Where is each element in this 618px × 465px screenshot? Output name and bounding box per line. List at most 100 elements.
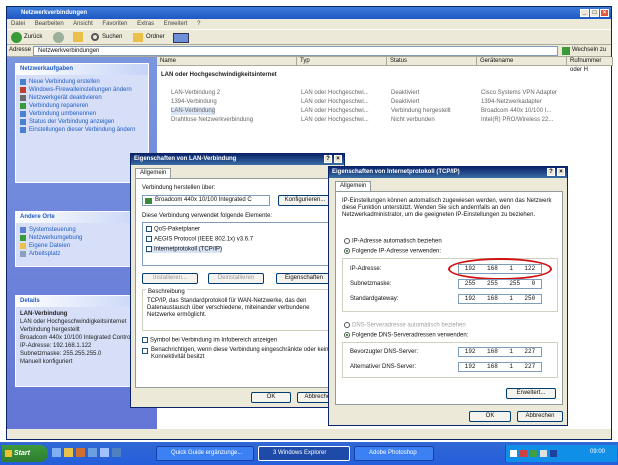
menu-tools[interactable]: Extras bbox=[137, 21, 154, 27]
tcpip-dialog-close-button[interactable]: × bbox=[557, 168, 565, 176]
tray-icon[interactable] bbox=[550, 450, 557, 457]
quicklaunch-explorer-icon[interactable] bbox=[64, 448, 73, 457]
auto-dns-radio[interactable] bbox=[344, 322, 350, 328]
tcpip-help-button[interactable]: ? bbox=[547, 168, 555, 176]
auto-ip-radio[interactable] bbox=[344, 238, 350, 244]
tray-icon-checkbox[interactable] bbox=[142, 337, 148, 343]
forward-icon[interactable] bbox=[53, 32, 64, 43]
task-rename[interactable]: Verbindung umbenennen bbox=[29, 110, 96, 118]
maximize-button[interactable]: □ bbox=[590, 9, 599, 17]
notify-checkbox[interactable] bbox=[142, 348, 148, 354]
title-bar[interactable]: Netzwerkverbindungen _ □ × bbox=[7, 7, 611, 19]
uninstall-button[interactable]: Deinstallieren bbox=[208, 273, 264, 284]
dns1-input[interactable]: 192 168 1 227 bbox=[458, 347, 542, 357]
col-phone[interactable]: Rufnummer oder H bbox=[567, 57, 613, 73]
tcpip-ok-button[interactable]: OK bbox=[469, 411, 511, 422]
back-label[interactable]: Zurück bbox=[24, 34, 42, 40]
adapter-field[interactable]: Broadcom 440x 10/100 Integrated C bbox=[142, 195, 270, 206]
advanced-button[interactable]: Erweitert... bbox=[506, 388, 556, 399]
quicklaunch-desktop-icon[interactable] bbox=[88, 448, 97, 457]
details-title[interactable]: Details bbox=[16, 296, 148, 307]
place-network[interactable]: Netzwerkumgebung bbox=[29, 234, 82, 242]
tcpip-cancel-button[interactable]: Abbrechen bbox=[517, 411, 563, 422]
col-name[interactable]: Name bbox=[157, 57, 297, 66]
task-firewall[interactable]: Windows-Firewalleinstellungen ändern bbox=[29, 86, 132, 94]
install-button[interactable]: Installieren... bbox=[142, 273, 198, 284]
task-disable[interactable]: Netzwerkgerät deaktivieren bbox=[29, 94, 102, 102]
dns2-input[interactable]: 192 168 1 227 bbox=[458, 362, 542, 372]
quicklaunch-media-icon[interactable] bbox=[76, 448, 85, 457]
place-computer[interactable]: Arbeitsplatz bbox=[29, 250, 60, 258]
lan-dialog-close-button[interactable]: × bbox=[334, 155, 342, 163]
menu-view[interactable]: Ansicht bbox=[73, 21, 93, 27]
tray-icon-option[interactable]: Symbol bei Verbindung im Infobereich anz… bbox=[142, 337, 277, 344]
properties-button[interactable]: Eigenschaften bbox=[276, 273, 332, 284]
aegis-checkbox[interactable] bbox=[146, 236, 152, 242]
task-settings[interactable]: Einstellungen dieser Verbindung ändern bbox=[29, 126, 135, 134]
search-icon[interactable] bbox=[91, 33, 99, 41]
menu-edit[interactable]: Bearbeiten bbox=[35, 21, 64, 27]
folders-icon[interactable] bbox=[133, 33, 143, 42]
tcpip-dialog-title-bar[interactable]: Eigenschaften von Internetprotokoll (TCP… bbox=[329, 167, 567, 178]
go-label[interactable]: Wechseln zu bbox=[572, 47, 606, 53]
menu-file[interactable]: Datei bbox=[11, 21, 25, 27]
taskbar-item-guide[interactable]: Quick Guide ergänzunge... bbox=[156, 446, 254, 461]
col-device[interactable]: Gerätename bbox=[477, 57, 567, 66]
help-button[interactable]: ? bbox=[324, 155, 332, 163]
task-status[interactable]: Status der Verbindung anzeigen bbox=[29, 118, 114, 126]
place-control-panel[interactable]: Systemsteuerung bbox=[29, 226, 76, 234]
component-qos[interactable]: QoS-Paketplaner bbox=[146, 226, 200, 233]
menu-help[interactable]: ? bbox=[197, 21, 200, 27]
menu-favorites[interactable]: Favoriten bbox=[102, 21, 127, 27]
tray-icon[interactable] bbox=[530, 450, 537, 457]
tab-general[interactable]: Allgemein bbox=[135, 168, 172, 178]
manual-dns-option[interactable]: Folgende DNS-Serveradressen verwenden: bbox=[344, 332, 468, 339]
up-folder-icon[interactable] bbox=[73, 32, 83, 42]
qos-checkbox[interactable] bbox=[146, 226, 152, 232]
folders-button-label[interactable]: Ordner bbox=[146, 34, 165, 40]
tcpip-checkbox[interactable] bbox=[146, 246, 152, 252]
search-button-label[interactable]: Suchen bbox=[102, 34, 122, 40]
lan-ok-button[interactable]: OK bbox=[251, 392, 291, 403]
go-icon[interactable] bbox=[562, 47, 570, 55]
quicklaunch-app2-icon[interactable] bbox=[112, 448, 121, 457]
other-places-title[interactable]: Andere Orte bbox=[16, 212, 148, 223]
manual-ip-radio[interactable] bbox=[344, 248, 350, 254]
quicklaunch-ie-icon[interactable] bbox=[52, 448, 61, 457]
gateway-input[interactable]: 192 168 1 250 bbox=[458, 294, 542, 304]
task-repair[interactable]: Verbindung reparieren bbox=[29, 102, 88, 110]
tray-icon[interactable] bbox=[520, 450, 527, 457]
col-status[interactable]: Status bbox=[387, 57, 477, 66]
auto-dns-option[interactable]: DNS-Serveradresse automatisch beziehen bbox=[344, 322, 466, 329]
component-aegis[interactable]: AEGIS Protocol (IEEE 802.1x) v3.6.7 bbox=[146, 236, 253, 243]
rename-icon bbox=[20, 111, 26, 117]
notify-option[interactable]: Benachrichtigen, wenn diese Verbindung e… bbox=[142, 347, 334, 361]
place-documents[interactable]: Eigene Dateien bbox=[29, 242, 70, 250]
views-icon[interactable] bbox=[173, 33, 189, 43]
close-button[interactable]: × bbox=[600, 9, 609, 17]
address-input[interactable]: Netzwerkverbindungen bbox=[33, 46, 558, 56]
tcpip-tab-general[interactable]: Allgemein bbox=[335, 181, 372, 191]
clock[interactable]: 09:00 bbox=[590, 449, 605, 455]
subnet-input[interactable]: 255 255 255 0 bbox=[458, 279, 542, 289]
back-icon[interactable] bbox=[11, 32, 22, 43]
tray-icon[interactable] bbox=[510, 450, 517, 457]
settings-icon bbox=[20, 127, 26, 133]
network-tasks-title[interactable]: Netzwerkaufgaben bbox=[16, 64, 148, 75]
lan-dialog-title-bar[interactable]: Eigenschaften von LAN-Verbindung ? × bbox=[131, 154, 344, 165]
taskbar-item-explorer[interactable]: 3 Windows Explorer bbox=[258, 446, 350, 461]
configure-button[interactable]: Konfigurieren... bbox=[278, 195, 332, 206]
tray-icon[interactable] bbox=[540, 450, 547, 457]
component-tcpip[interactable]: Internetprotokoll (TCP/IP) bbox=[146, 246, 223, 253]
task-new-connection[interactable]: Neue Verbindung erstellen bbox=[29, 78, 100, 86]
minimize-button[interactable]: _ bbox=[580, 9, 589, 17]
start-button[interactable]: Start bbox=[2, 445, 48, 462]
manual-ip-option[interactable]: Folgende IP-Adresse verwenden: bbox=[344, 248, 441, 255]
menu-advanced[interactable]: Erweitert bbox=[164, 21, 188, 27]
manual-dns-radio[interactable] bbox=[344, 332, 350, 338]
col-type[interactable]: Typ bbox=[297, 57, 387, 66]
auto-ip-option[interactable]: IP-Adresse automatisch beziehen bbox=[344, 238, 442, 245]
ip-octet: 0 bbox=[531, 280, 536, 287]
taskbar-item-photoshop[interactable]: Adobe Photoshop bbox=[354, 446, 434, 461]
quicklaunch-app-icon[interactable] bbox=[100, 448, 109, 457]
